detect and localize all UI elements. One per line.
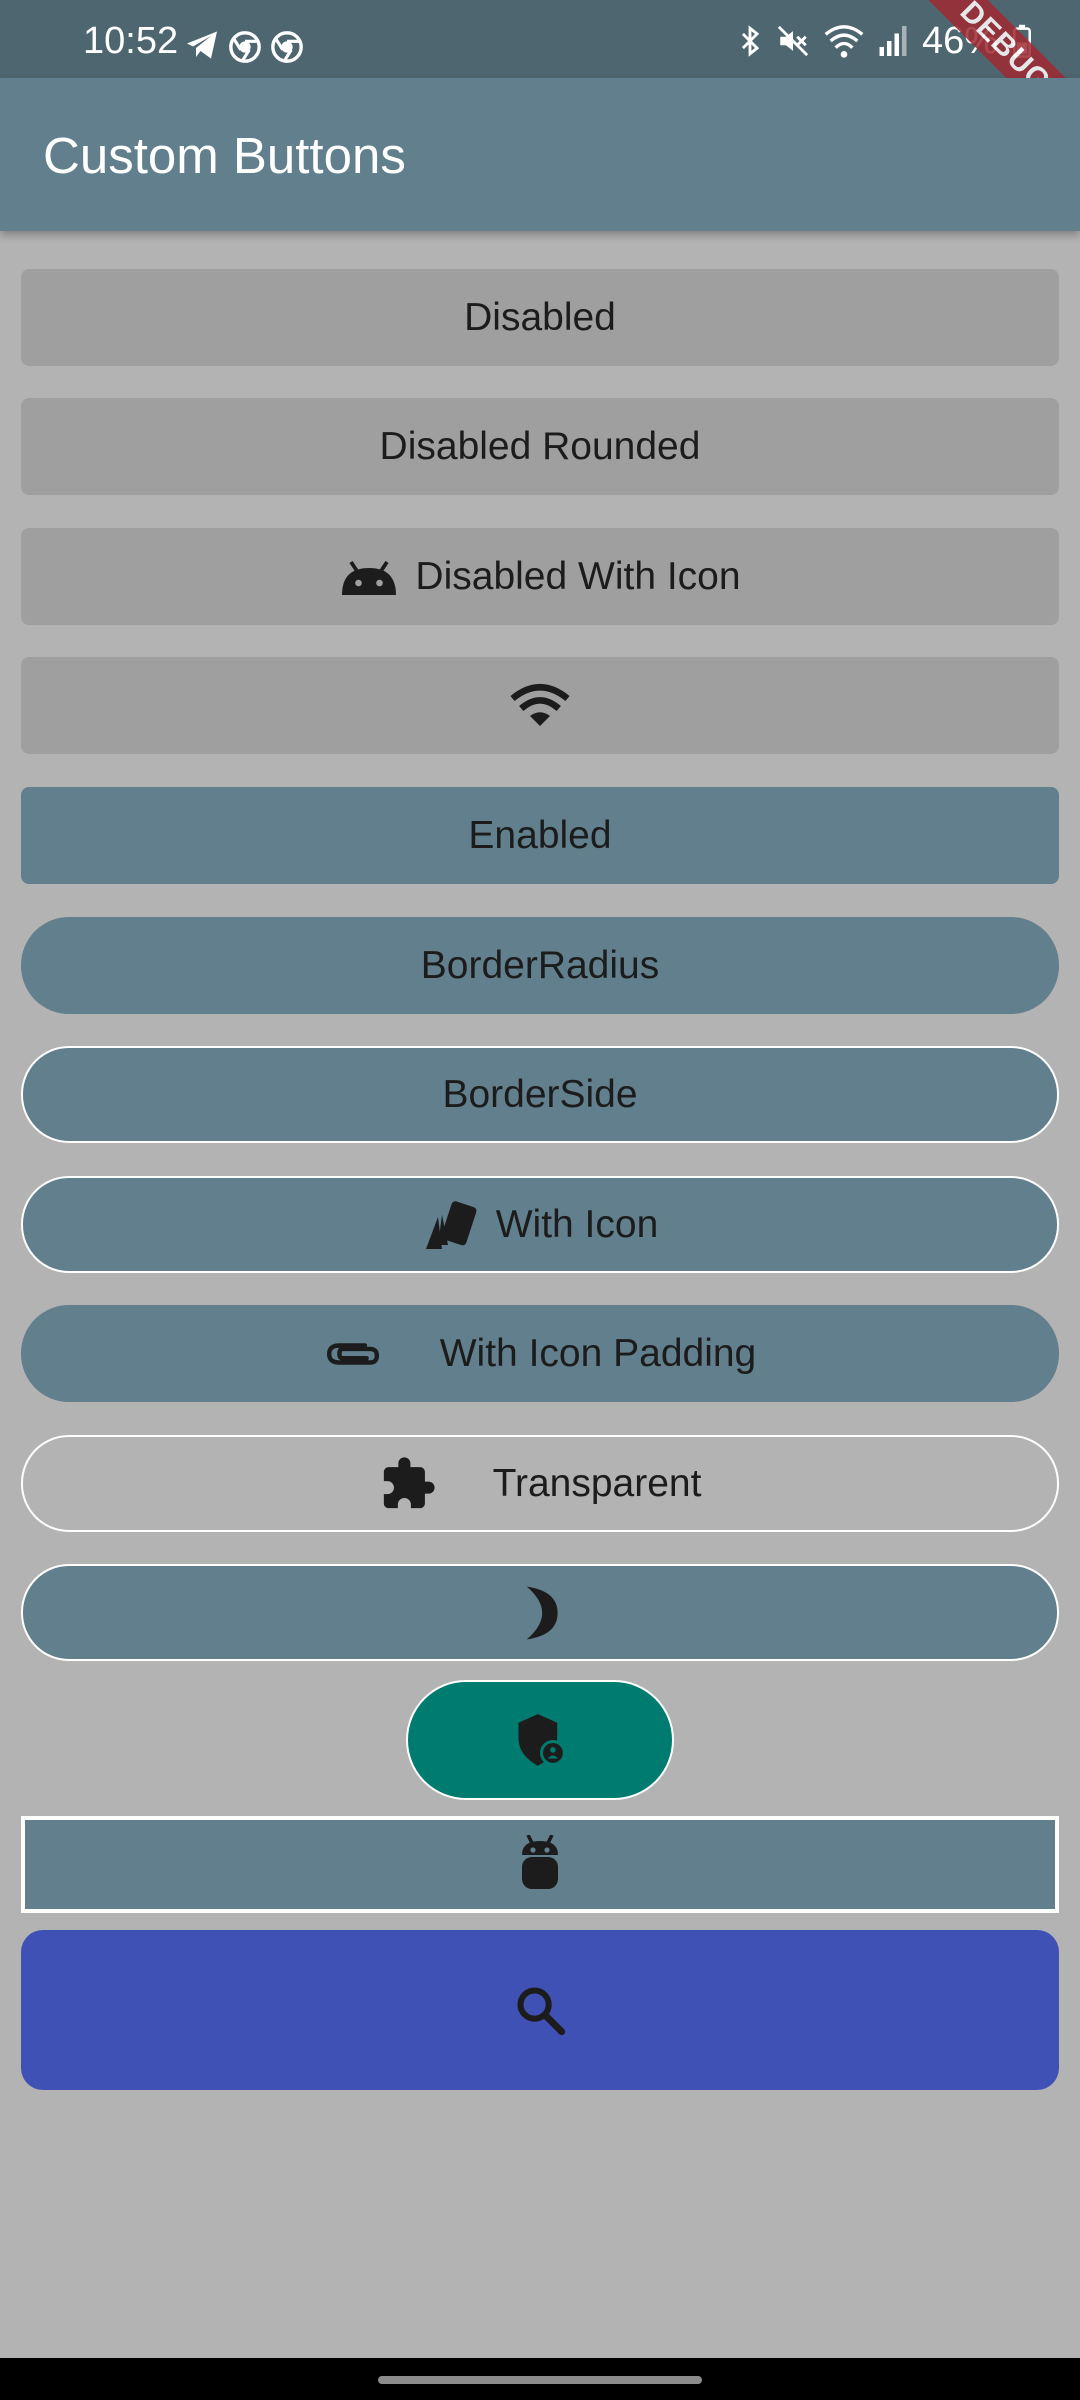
android-icon <box>518 1834 562 1895</box>
disabled-rounded-button[interactable]: Disabled Rounded <box>21 398 1059 495</box>
status-left-icons <box>184 30 304 64</box>
button-label: BorderSide <box>442 1073 638 1116</box>
signal-icon <box>879 26 907 56</box>
puzzle-icon <box>379 1455 437 1513</box>
bluetooth-icon <box>741 25 760 57</box>
status-bar: 10:52 46% DEBUG <box>0 0 1080 172</box>
button-label: With Icon Padding <box>439 1332 757 1375</box>
transparent-button[interactable]: Transparent <box>21 1435 1059 1532</box>
border-side-button[interactable]: BorderSide <box>21 1046 1059 1143</box>
admin-shield-button[interactable] <box>406 1680 674 1800</box>
search-button[interactable] <box>21 1930 1059 2090</box>
page-title: Custom Buttons <box>43 127 406 184</box>
button-label: Enabled <box>468 814 612 857</box>
moon-button[interactable] <box>21 1564 1059 1661</box>
status-time: 10:52 <box>83 20 179 62</box>
border-radius-button[interactable]: BorderRadius <box>21 917 1059 1014</box>
button-label: BorderRadius <box>420 944 660 987</box>
app-bar: Custom Buttons <box>0 78 1080 231</box>
android-icon <box>339 559 399 595</box>
search-icon <box>514 1984 566 2036</box>
button-label: Disabled <box>464 296 616 339</box>
with-icon-button[interactable]: With Icon <box>21 1176 1059 1273</box>
home-gesture-handle[interactable] <box>378 2376 702 2384</box>
button-label: Disabled With Icon <box>415 555 741 598</box>
enabled-button[interactable]: Enabled <box>21 787 1059 884</box>
moon-icon <box>518 1584 562 1642</box>
wifi-icon <box>824 25 864 58</box>
android-button[interactable] <box>21 1816 1059 1913</box>
wifi-icon <box>510 683 570 729</box>
with-icon-padding-button[interactable]: With Icon Padding <box>21 1305 1059 1402</box>
chrome-icon <box>271 31 303 63</box>
mute-icon <box>777 25 809 57</box>
button-label: Transparent <box>492 1462 702 1505</box>
button-label: Disabled Rounded <box>379 425 701 468</box>
disabled-button[interactable]: Disabled <box>21 269 1059 366</box>
cards-icon <box>422 1197 482 1253</box>
navigation-bar <box>0 2358 1080 2400</box>
telegram-icon <box>187 31 217 59</box>
disabled-with-icon-button[interactable]: Disabled With Icon <box>21 528 1059 625</box>
admin-shield-icon <box>514 1712 566 1768</box>
button-label: With Icon <box>495 1203 659 1246</box>
chrome-icon <box>229 31 261 63</box>
disabled-wifi-button[interactable] <box>21 657 1059 754</box>
paperclip-icon <box>324 1337 382 1371</box>
